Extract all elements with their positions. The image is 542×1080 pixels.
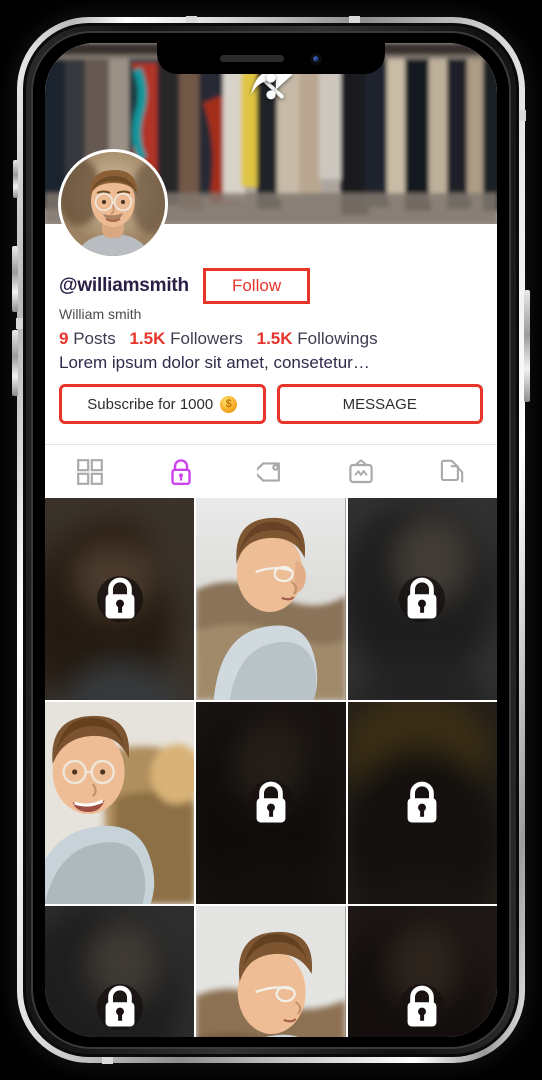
lock-icon xyxy=(105,985,135,1027)
post-thumbnail xyxy=(196,906,346,1037)
antenna-band xyxy=(349,16,360,23)
lock-icon xyxy=(256,781,286,823)
profile-section: @williamsmith Follow William smith 9 Pos… xyxy=(45,152,497,433)
followers-count: 1.5K xyxy=(129,329,166,349)
grid-cell[interactable] xyxy=(45,906,195,1037)
profile-stats: 9 Posts 1.5K Followers 1.5K Followings xyxy=(59,329,483,349)
post-thumbnail xyxy=(196,498,346,701)
followings-count: 1.5K xyxy=(256,329,293,349)
follow-button[interactable]: Follow xyxy=(202,268,311,305)
lock-icon xyxy=(105,577,135,619)
post-thumbnail xyxy=(45,702,195,905)
coin-icon: $ xyxy=(220,395,238,413)
locked-badge xyxy=(399,984,446,1031)
grid-cell[interactable] xyxy=(196,498,346,701)
locked-badge xyxy=(96,984,143,1031)
tag-icon xyxy=(257,462,280,482)
tab-tagged[interactable] xyxy=(226,445,316,498)
grid-cell[interactable] xyxy=(45,702,195,905)
tab-locked[interactable] xyxy=(135,445,225,498)
notch xyxy=(157,43,385,74)
lock-icon xyxy=(170,459,191,485)
copy-documents-icon xyxy=(440,459,464,483)
volume-up-button[interactable] xyxy=(12,246,18,312)
lock-icon xyxy=(407,985,437,1027)
grid-cell[interactable] xyxy=(347,498,497,701)
profile-handle: @williamsmith xyxy=(59,275,189,297)
volume-down-button[interactable] xyxy=(12,330,18,396)
profile-action-buttons: Subscribe for 1000 $ MESSAGE xyxy=(59,384,483,425)
profile-tab-bar xyxy=(45,444,497,498)
tab-grid[interactable] xyxy=(45,445,135,498)
post-grid xyxy=(45,498,497,1037)
grid-cell[interactable] xyxy=(347,906,497,1037)
grid-cell[interactable] xyxy=(196,702,346,905)
antenna-band xyxy=(102,1057,113,1064)
profile-avatar[interactable] xyxy=(61,152,165,256)
antenna-band xyxy=(186,16,197,23)
locked-badge xyxy=(399,576,446,623)
followings-label[interactable]: Followings xyxy=(297,329,377,348)
tab-saved[interactable] xyxy=(407,445,497,498)
grid-cell[interactable] xyxy=(347,702,497,905)
locked-badge xyxy=(96,576,143,623)
grid-cell[interactable] xyxy=(45,498,195,701)
subscribe-label: Subscribe for 1000 xyxy=(87,395,214,413)
followers-label[interactable]: Followers xyxy=(170,329,243,348)
lock-icon xyxy=(407,577,437,619)
silent-switch[interactable] xyxy=(13,160,18,198)
grid-icon xyxy=(77,458,104,485)
posts-label: Posts xyxy=(73,329,116,349)
phone-screen: @williamsmith Follow William smith 9 Pos… xyxy=(45,43,497,1037)
locked-badge xyxy=(399,780,446,827)
antenna-band xyxy=(16,318,23,329)
front-camera-icon xyxy=(310,52,322,65)
message-button[interactable]: MESSAGE xyxy=(276,384,483,425)
profile-full-name: William smith xyxy=(59,306,142,323)
power-button[interactable] xyxy=(524,290,530,402)
subscribe-button[interactable]: Subscribe for 1000 $ xyxy=(59,384,266,425)
tv-icon xyxy=(349,459,374,483)
antenna-band xyxy=(519,110,526,121)
lock-icon xyxy=(407,781,437,823)
tab-igtv[interactable] xyxy=(316,445,406,498)
posts-count: 9 xyxy=(59,329,69,349)
locked-badge xyxy=(247,780,294,827)
avatar-art xyxy=(61,152,165,256)
earpiece-speaker xyxy=(220,55,284,62)
profile-bio: Lorem ipsum dolor sit amet, consetetur… xyxy=(59,353,370,373)
grid-cell[interactable] xyxy=(196,906,346,1037)
